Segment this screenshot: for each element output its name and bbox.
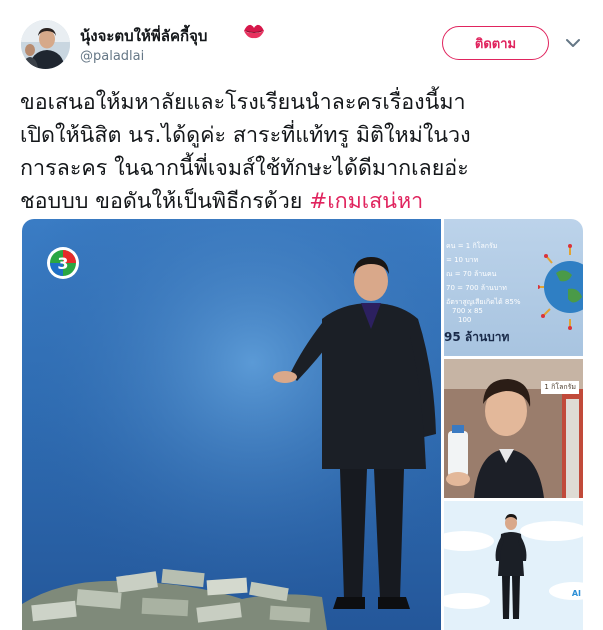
- globe-icon: [538, 244, 583, 330]
- thumb-text-row: ณ = 70 ล้านคน: [446, 270, 497, 278]
- tweet-text: ขอเสนอให้มหาลัยและโรงเรียนนำละครเรื่องนี…: [20, 86, 590, 218]
- media-image-thumb-2[interactable]: 1 กิโลกรัม: [444, 359, 583, 498]
- media-grid: 3 คน = 1 กิโลกรัม = 10 บาท ณ = 70 ล้านคน…: [22, 219, 583, 630]
- thumb-sign-label: 1 กิโลกรัม: [541, 381, 579, 394]
- avatar-image: [21, 20, 70, 69]
- kiss-mark-icon: [244, 24, 264, 39]
- thumb-text-row: 700 x 85: [452, 307, 483, 315]
- chevron-down-icon[interactable]: [566, 38, 580, 48]
- media-image-thumb-3[interactable]: AI: [444, 501, 583, 630]
- main-scene: 3: [22, 219, 441, 630]
- media-image-main[interactable]: 3: [22, 219, 441, 630]
- tweet-line: ขอเสนอให้มหาลัยและโรงเรียนนำละครเรื่องนี…: [20, 90, 466, 115]
- thumb-big-text: 95 ล้านบาท: [444, 330, 510, 344]
- thumb-text-row: 100: [458, 316, 472, 324]
- tweet-line-text: ชอบบบ ขอดันให้เป็นพิธีกรด้วย: [20, 189, 310, 214]
- tweet-line-last: ชอบบบ ขอดันให้เป็นพิธีกรด้วย #เกมเสน่หา: [20, 185, 590, 218]
- thumb-text-row: = 10 บาท: [446, 256, 479, 264]
- user-handle[interactable]: @paladlai: [80, 49, 144, 64]
- display-name[interactable]: นุ้งจะตบให้พี่ลัคกี้จุบ: [80, 24, 207, 48]
- thumb-3-scene: [444, 501, 583, 630]
- hashtag-link[interactable]: #เกมเสน่หา: [309, 189, 423, 214]
- svg-text:3: 3: [57, 254, 68, 273]
- thumb-2-scene: [444, 359, 583, 498]
- avatar[interactable]: [21, 20, 70, 69]
- tweet: นุ้งจะตบให้พี่ลัคกี้จุบ @paladlai ติดตาม…: [0, 0, 603, 630]
- tweet-line: การละคร ในฉากนี้พี่เจมส์ใช้ทักษะได้ดีมาก…: [20, 156, 469, 181]
- thumb-text-row: 70 = 700 ล้านบาท: [446, 284, 507, 292]
- follow-button[interactable]: ติดตาม: [442, 26, 549, 60]
- thumb-channel-mark: AI: [571, 589, 581, 598]
- tweet-line: เปิดให้นิสิต นร.ได้ดูค่ะ สาระที่แท้ทรู ม…: [20, 123, 471, 148]
- media-image-thumb-1[interactable]: คน = 1 กิโลกรัม = 10 บาท ณ = 70 ล้านคน 7…: [444, 219, 583, 356]
- thumb-text-row: คน = 1 กิโลกรัม: [446, 242, 498, 250]
- channel-3-logo: 3: [47, 247, 79, 279]
